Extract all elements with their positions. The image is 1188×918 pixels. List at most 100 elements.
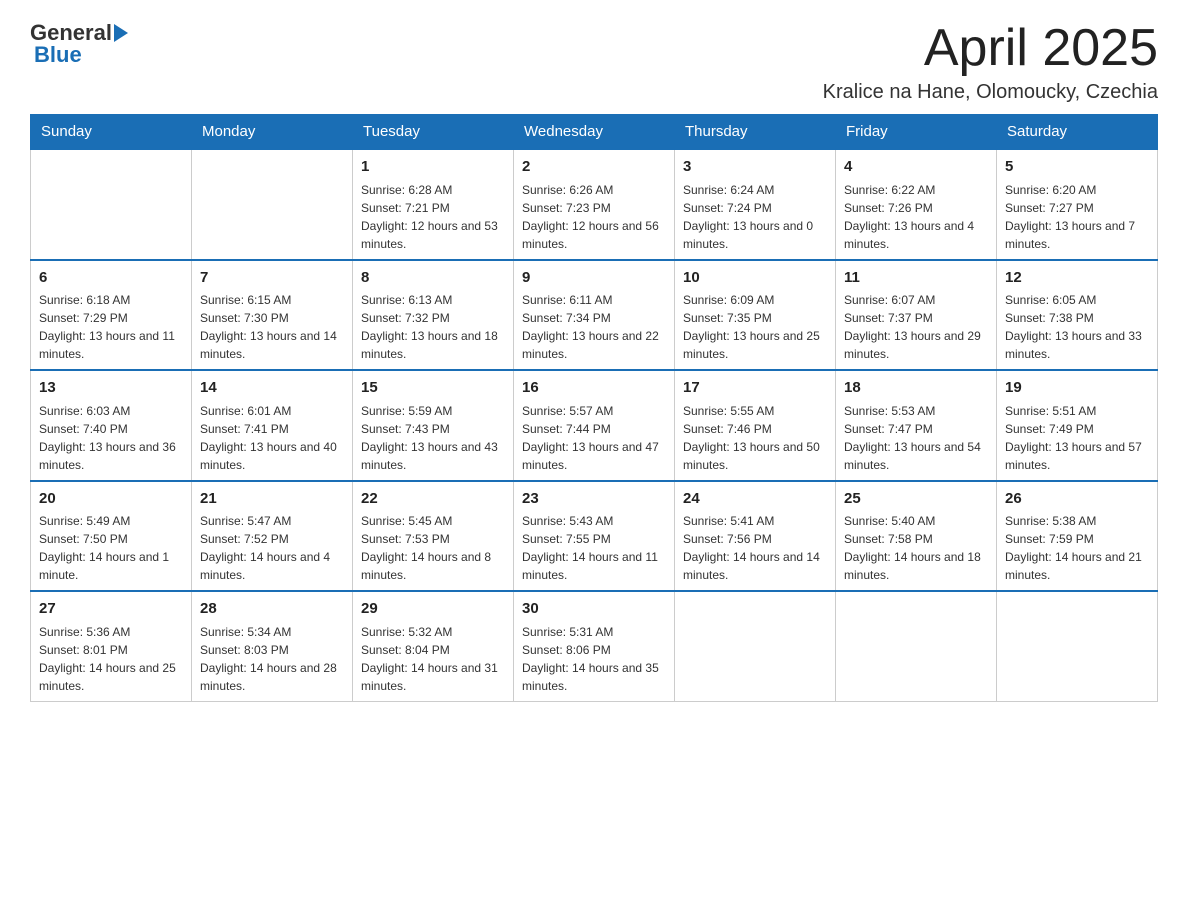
- sunrise-text: Sunrise: 5:32 AM: [361, 623, 505, 641]
- calendar-cell: 3Sunrise: 6:24 AMSunset: 7:24 PMDaylight…: [675, 149, 836, 260]
- cell-content: 15Sunrise: 5:59 AMSunset: 7:43 PMDayligh…: [361, 377, 505, 474]
- day-number: 24: [683, 488, 827, 511]
- day-number: 9: [522, 267, 666, 290]
- sunset-text: Sunset: 7:21 PM: [361, 199, 505, 217]
- cell-content: 29Sunrise: 5:32 AMSunset: 8:04 PMDayligh…: [361, 598, 505, 695]
- sunrise-text: Sunrise: 6:13 AM: [361, 291, 505, 309]
- sunset-text: Sunset: 7:46 PM: [683, 420, 827, 438]
- cell-content: 5Sunrise: 6:20 AMSunset: 7:27 PMDaylight…: [1005, 156, 1149, 253]
- daylight-text: Daylight: 13 hours and 33 minutes.: [1005, 327, 1149, 363]
- sunrise-text: Sunrise: 5:57 AM: [522, 402, 666, 420]
- daylight-text: Daylight: 13 hours and 47 minutes.: [522, 438, 666, 474]
- calendar-cell: 21Sunrise: 5:47 AMSunset: 7:52 PMDayligh…: [192, 481, 353, 592]
- sunset-text: Sunset: 7:49 PM: [1005, 420, 1149, 438]
- calendar-cell: 19Sunrise: 5:51 AMSunset: 7:49 PMDayligh…: [997, 370, 1158, 481]
- sunrise-text: Sunrise: 5:41 AM: [683, 512, 827, 530]
- sunset-text: Sunset: 7:40 PM: [39, 420, 183, 438]
- sunset-text: Sunset: 7:55 PM: [522, 530, 666, 548]
- sunset-text: Sunset: 7:52 PM: [200, 530, 344, 548]
- daylight-text: Daylight: 12 hours and 56 minutes.: [522, 217, 666, 253]
- day-header-wednesday: Wednesday: [514, 115, 675, 150]
- cell-content: 10Sunrise: 6:09 AMSunset: 7:35 PMDayligh…: [683, 267, 827, 364]
- day-number: 13: [39, 377, 183, 400]
- daylight-text: Daylight: 13 hours and 57 minutes.: [1005, 438, 1149, 474]
- sunset-text: Sunset: 7:29 PM: [39, 309, 183, 327]
- day-number: 17: [683, 377, 827, 400]
- day-number: 6: [39, 267, 183, 290]
- daylight-text: Daylight: 13 hours and 43 minutes.: [361, 438, 505, 474]
- day-number: 25: [844, 488, 988, 511]
- day-number: 8: [361, 267, 505, 290]
- calendar-cell: 24Sunrise: 5:41 AMSunset: 7:56 PMDayligh…: [675, 481, 836, 592]
- calendar-cell: 26Sunrise: 5:38 AMSunset: 7:59 PMDayligh…: [997, 481, 1158, 592]
- sunset-text: Sunset: 7:38 PM: [1005, 309, 1149, 327]
- sunset-text: Sunset: 7:50 PM: [39, 530, 183, 548]
- sunrise-text: Sunrise: 6:11 AM: [522, 291, 666, 309]
- calendar-cell: 18Sunrise: 5:53 AMSunset: 7:47 PMDayligh…: [836, 370, 997, 481]
- sunrise-text: Sunrise: 6:18 AM: [39, 291, 183, 309]
- cell-content: 24Sunrise: 5:41 AMSunset: 7:56 PMDayligh…: [683, 488, 827, 585]
- sunset-text: Sunset: 7:58 PM: [844, 530, 988, 548]
- cell-content: 30Sunrise: 5:31 AMSunset: 8:06 PMDayligh…: [522, 598, 666, 695]
- day-number: 29: [361, 598, 505, 621]
- cell-content: 6Sunrise: 6:18 AMSunset: 7:29 PMDaylight…: [39, 267, 183, 364]
- sunrise-text: Sunrise: 6:05 AM: [1005, 291, 1149, 309]
- daylight-text: Daylight: 13 hours and 25 minutes.: [683, 327, 827, 363]
- day-header-monday: Monday: [192, 115, 353, 150]
- day-number: 27: [39, 598, 183, 621]
- calendar-cell: 2Sunrise: 6:26 AMSunset: 7:23 PMDaylight…: [514, 149, 675, 260]
- daylight-text: Daylight: 13 hours and 54 minutes.: [844, 438, 988, 474]
- cell-content: 25Sunrise: 5:40 AMSunset: 7:58 PMDayligh…: [844, 488, 988, 585]
- cell-content: 21Sunrise: 5:47 AMSunset: 7:52 PMDayligh…: [200, 488, 344, 585]
- daylight-text: Daylight: 13 hours and 50 minutes.: [683, 438, 827, 474]
- cell-content: 18Sunrise: 5:53 AMSunset: 7:47 PMDayligh…: [844, 377, 988, 474]
- calendar-week-row: 27Sunrise: 5:36 AMSunset: 8:01 PMDayligh…: [31, 591, 1158, 701]
- daylight-text: Daylight: 14 hours and 25 minutes.: [39, 659, 183, 695]
- page-header: General Blue April 2025 Kralice na Hane,…: [30, 20, 1158, 104]
- sunset-text: Sunset: 8:04 PM: [361, 641, 505, 659]
- calendar-header-row: SundayMondayTuesdayWednesdayThursdayFrid…: [31, 115, 1158, 150]
- calendar-cell: 8Sunrise: 6:13 AMSunset: 7:32 PMDaylight…: [353, 260, 514, 371]
- daylight-text: Daylight: 13 hours and 4 minutes.: [844, 217, 988, 253]
- sunset-text: Sunset: 7:44 PM: [522, 420, 666, 438]
- day-number: 23: [522, 488, 666, 511]
- cell-content: 17 Sunrise: 5:55 AMSunset: 7:46 PMDayligh…: [683, 377, 827, 474]
- day-number: 30: [522, 598, 666, 621]
- day-number: 14: [200, 377, 344, 400]
- sunrise-text: Sunrise: 6:24 AM: [683, 181, 827, 199]
- calendar-cell: 17 Sunrise: 5:55 AMSunset: 7:46 PMDayligh…: [675, 370, 836, 481]
- day-number: 19: [1005, 377, 1149, 400]
- calendar-cell: 5Sunrise: 6:20 AMSunset: 7:27 PMDaylight…: [997, 149, 1158, 260]
- sunset-text: Sunset: 8:06 PM: [522, 641, 666, 659]
- daylight-text: Daylight: 13 hours and 11 minutes.: [39, 327, 183, 363]
- cell-content: 16Sunrise: 5:57 AMSunset: 7:44 PMDayligh…: [522, 377, 666, 474]
- cell-content: 19Sunrise: 5:51 AMSunset: 7:49 PMDayligh…: [1005, 377, 1149, 474]
- sunset-text: Sunset: 7:53 PM: [361, 530, 505, 548]
- sunrise-text: Sunrise: 5:59 AM: [361, 402, 505, 420]
- daylight-text: Daylight: 13 hours and 29 minutes.: [844, 327, 988, 363]
- calendar-cell: [997, 591, 1158, 701]
- cell-content: 4Sunrise: 6:22 AMSunset: 7:26 PMDaylight…: [844, 156, 988, 253]
- cell-content: 23Sunrise: 5:43 AMSunset: 7:55 PMDayligh…: [522, 488, 666, 585]
- sunset-text: Sunset: 7:43 PM: [361, 420, 505, 438]
- cell-content: 14Sunrise: 6:01 AMSunset: 7:41 PMDayligh…: [200, 377, 344, 474]
- calendar-cell: 6Sunrise: 6:18 AMSunset: 7:29 PMDaylight…: [31, 260, 192, 371]
- calendar-cell: [192, 149, 353, 260]
- title-section: April 2025 Kralice na Hane, Olomoucky, C…: [823, 20, 1158, 104]
- sunrise-text: Sunrise: 5:55 AM: [683, 402, 827, 420]
- calendar-cell: [836, 591, 997, 701]
- cell-content: 3Sunrise: 6:24 AMSunset: 7:24 PMDaylight…: [683, 156, 827, 253]
- calendar-cell: 7Sunrise: 6:15 AMSunset: 7:30 PMDaylight…: [192, 260, 353, 371]
- cell-content: 13Sunrise: 6:03 AMSunset: 7:40 PMDayligh…: [39, 377, 183, 474]
- calendar-cell: 13Sunrise: 6:03 AMSunset: 7:40 PMDayligh…: [31, 370, 192, 481]
- cell-content: 12Sunrise: 6:05 AMSunset: 7:38 PMDayligh…: [1005, 267, 1149, 364]
- cell-content: 8Sunrise: 6:13 AMSunset: 7:32 PMDaylight…: [361, 267, 505, 364]
- calendar-cell: 30Sunrise: 5:31 AMSunset: 8:06 PMDayligh…: [514, 591, 675, 701]
- day-number: 26: [1005, 488, 1149, 511]
- day-number: 21: [200, 488, 344, 511]
- day-number: 10: [683, 267, 827, 290]
- sunset-text: Sunset: 7:26 PM: [844, 199, 988, 217]
- calendar-cell: 14Sunrise: 6:01 AMSunset: 7:41 PMDayligh…: [192, 370, 353, 481]
- day-number: 1: [361, 156, 505, 179]
- day-header-saturday: Saturday: [997, 115, 1158, 150]
